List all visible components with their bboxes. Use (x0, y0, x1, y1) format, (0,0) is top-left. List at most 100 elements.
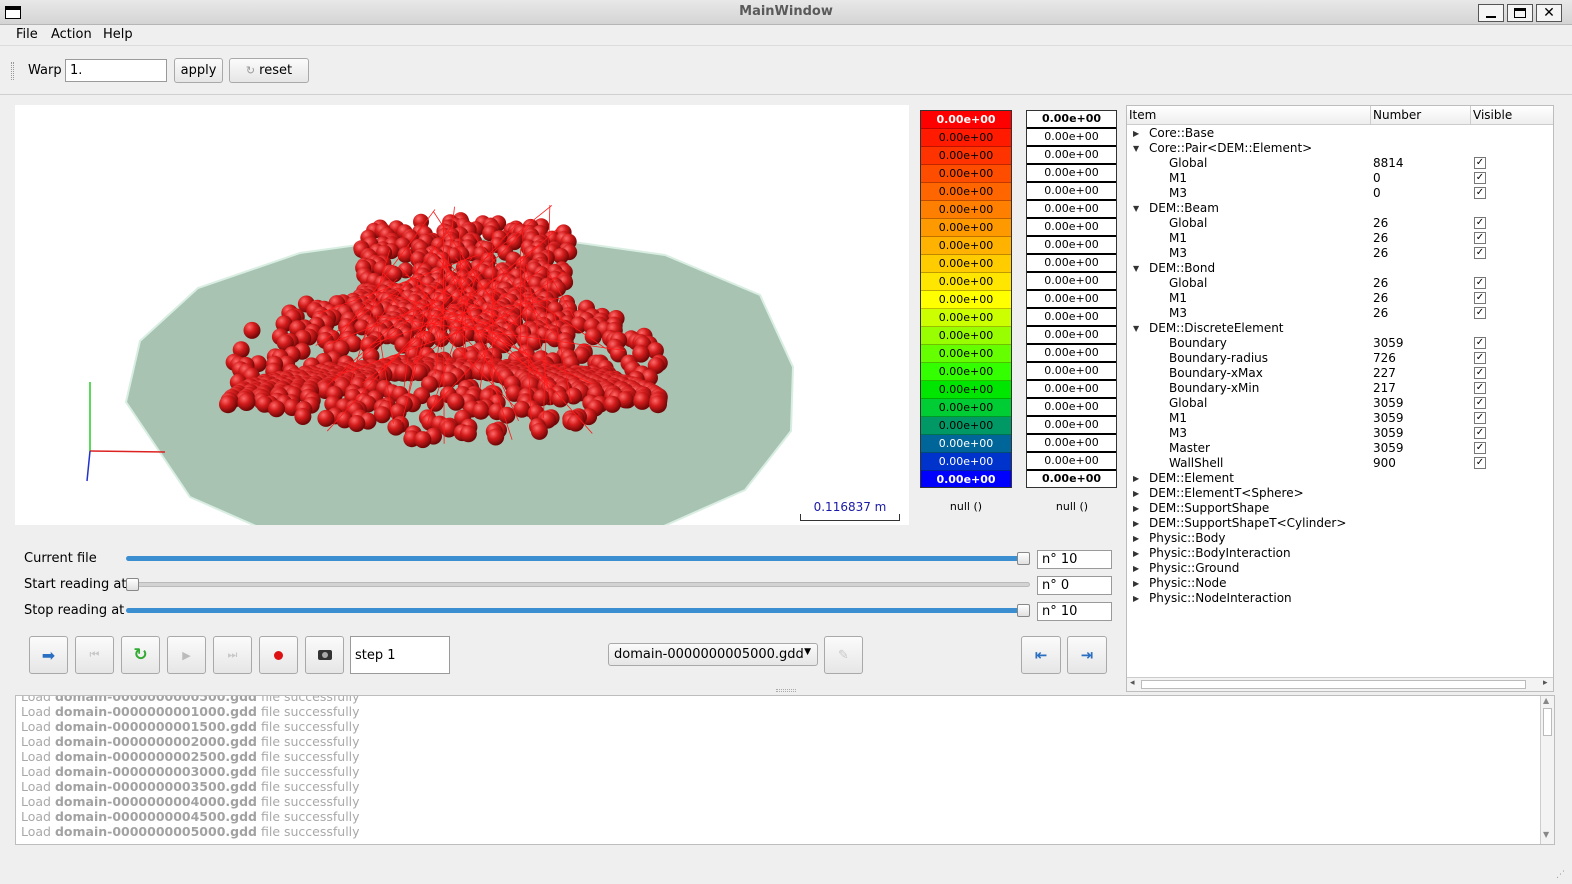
visible-checkbox[interactable]: ✓ (1474, 382, 1486, 394)
chevron-down-icon[interactable]: ▼ (1133, 321, 1143, 336)
menu-help[interactable]: Help (103, 27, 133, 42)
visible-checkbox[interactable]: ✓ (1474, 217, 1486, 229)
chevron-right-icon[interactable]: ▶ (1133, 576, 1143, 591)
tree-row[interactable]: M3 3059 ✓ (1127, 426, 1553, 441)
tree-hscroll-thumb[interactable] (1141, 680, 1526, 689)
visible-checkbox[interactable]: ✓ (1474, 397, 1486, 409)
tree-header-item[interactable]: Item (1127, 106, 1371, 125)
chevron-down-icon[interactable]: ▼ (1133, 201, 1143, 216)
tree-row[interactable]: Global 26 ✓ (1127, 216, 1553, 231)
start-reading-slider-handle[interactable] (126, 578, 139, 591)
chevron-right-icon[interactable]: ▶ (1133, 531, 1143, 546)
scroll-down-icon[interactable]: ▼ (1543, 830, 1549, 839)
chevron-right-icon[interactable]: ▶ (1133, 516, 1143, 531)
visible-checkbox[interactable]: ✓ (1474, 412, 1486, 424)
tree-row[interactable]: Boundary 3059 ✓ (1127, 336, 1553, 351)
tree-row[interactable]: ▶ Physic::BodyInteraction (1127, 546, 1553, 561)
stop-reading-value[interactable]: n° 10 (1037, 602, 1112, 621)
load-button[interactable]: ➡ (29, 636, 68, 674)
tree-row[interactable]: ▶ Core::Base (1127, 126, 1553, 141)
tree-row[interactable]: ▼ DEM::DiscreteElement (1127, 321, 1553, 336)
tree-row[interactable]: Global 8814 ✓ (1127, 156, 1553, 171)
log-output[interactable]: Load domain-0000000000500.gdd file succe… (15, 695, 1555, 845)
current-file-slider-handle[interactable] (1017, 552, 1030, 565)
last-frame-button[interactable]: ⏭ (213, 636, 252, 674)
tree-row[interactable]: M1 26 ✓ (1127, 291, 1553, 306)
warp-input[interactable]: 1. (65, 59, 167, 82)
visible-checkbox[interactable]: ✓ (1474, 307, 1486, 319)
scroll-right-icon[interactable]: ▸ (1543, 678, 1548, 688)
toolbar-grip[interactable] (11, 62, 14, 80)
visible-checkbox[interactable]: ✓ (1474, 157, 1486, 169)
chevron-down-icon[interactable]: ▼ (1133, 261, 1143, 276)
chevron-right-icon[interactable]: ▶ (1133, 546, 1143, 561)
tree-row[interactable]: ▼ DEM::Beam (1127, 201, 1553, 216)
visible-checkbox[interactable]: ✓ (1474, 337, 1486, 349)
tree-row[interactable]: WallShell 900 ✓ (1127, 456, 1553, 471)
chevron-right-icon[interactable]: ▶ (1133, 486, 1143, 501)
resize-grip[interactable]: ⋰ (1556, 870, 1565, 880)
tree-row[interactable]: ▼ DEM::Bond (1127, 261, 1553, 276)
tree-row[interactable]: Global 26 ✓ (1127, 276, 1553, 291)
tree-row[interactable]: M3 26 ✓ (1127, 306, 1553, 321)
chevron-right-icon[interactable]: ▶ (1133, 471, 1143, 486)
chevron-right-icon[interactable]: ▶ (1133, 501, 1143, 516)
visible-checkbox[interactable]: ✓ (1474, 172, 1486, 184)
tree-row[interactable]: M1 26 ✓ (1127, 231, 1553, 246)
tree-row[interactable]: ▶ Physic::Body (1127, 531, 1553, 546)
chevron-right-icon[interactable]: ▶ (1133, 126, 1143, 141)
step-input[interactable]: step 1 (350, 636, 450, 674)
current-file-value[interactable]: n° 10 (1037, 550, 1112, 569)
stop-reading-slider-handle[interactable] (1017, 604, 1030, 617)
scroll-left-icon[interactable]: ◂ (1130, 678, 1135, 688)
file-select[interactable]: domain-0000000005000.gdd ▼ (608, 643, 818, 666)
play-button[interactable]: ▶ (167, 636, 206, 674)
log-vertical-scrollbar[interactable]: ▲ ▼ (1540, 696, 1554, 844)
visible-checkbox[interactable]: ✓ (1474, 232, 1486, 244)
3d-viewport[interactable]: 0.116837 m (15, 105, 909, 525)
tree-row[interactable]: ▶ DEM::Element (1127, 471, 1553, 486)
tree-row[interactable]: ▶ Physic::Node (1127, 576, 1553, 591)
tree-row[interactable]: M1 3059 ✓ (1127, 411, 1553, 426)
visible-checkbox[interactable]: ✓ (1474, 427, 1486, 439)
chevron-down-icon[interactable]: ▼ (1133, 141, 1143, 156)
first-frame-button[interactable]: ⏮ (75, 636, 114, 674)
tree-row[interactable]: ▶ Physic::Ground (1127, 561, 1553, 576)
tree-row[interactable]: Boundary-radius 726 ✓ (1127, 351, 1553, 366)
chevron-right-icon[interactable]: ▶ (1133, 591, 1143, 606)
visible-checkbox[interactable]: ✓ (1474, 367, 1486, 379)
apply-button[interactable]: apply (174, 58, 223, 83)
loop-button[interactable]: ↻ (121, 636, 160, 674)
tree-row[interactable]: M1 0 ✓ (1127, 171, 1553, 186)
menu-action[interactable]: Action (51, 27, 92, 42)
tree-row[interactable]: M3 0 ✓ (1127, 186, 1553, 201)
visible-checkbox[interactable]: ✓ (1474, 442, 1486, 454)
previous-file-button[interactable]: ⇤ (1021, 636, 1061, 674)
tree-row[interactable]: M3 26 ✓ (1127, 246, 1553, 261)
tree-row[interactable]: ▼ Core::Pair<DEM::Element> (1127, 141, 1553, 156)
menu-file[interactable]: File (16, 27, 38, 42)
tree-row[interactable]: Boundary-xMax 227 ✓ (1127, 366, 1553, 381)
tree-header-number[interactable]: Number (1371, 106, 1471, 125)
tree-row[interactable]: ▶ DEM::SupportShape (1127, 501, 1553, 516)
maximize-button[interactable] (1507, 4, 1533, 22)
tree-header-visible[interactable]: Visible (1471, 106, 1553, 125)
minimize-button[interactable] (1478, 4, 1504, 22)
current-file-slider[interactable] (126, 556, 1024, 561)
splitter-handle[interactable] (776, 689, 796, 692)
scroll-up-icon[interactable]: ▲ (1543, 696, 1549, 705)
tree-row[interactable]: Global 3059 ✓ (1127, 396, 1553, 411)
next-file-button[interactable]: ⇥ (1067, 636, 1107, 674)
visible-checkbox[interactable]: ✓ (1474, 187, 1486, 199)
visible-checkbox[interactable]: ✓ (1474, 457, 1486, 469)
stop-reading-slider[interactable] (126, 608, 1024, 613)
screenshot-button[interactable] (305, 636, 344, 674)
tree-row[interactable]: ▶ DEM::SupportShapeT<Cylinder> (1127, 516, 1553, 531)
reset-button[interactable]: ↻ reset (229, 58, 309, 83)
visible-checkbox[interactable]: ✓ (1474, 247, 1486, 259)
close-button[interactable]: ✕ (1536, 4, 1562, 22)
object-tree[interactable]: Item Number Visible ▶ Core::Base ▼ Core::Pa… (1126, 105, 1554, 692)
record-button[interactable] (259, 636, 298, 674)
edit-button[interactable]: ✎ (824, 636, 863, 674)
log-scroll-thumb[interactable] (1543, 708, 1552, 736)
